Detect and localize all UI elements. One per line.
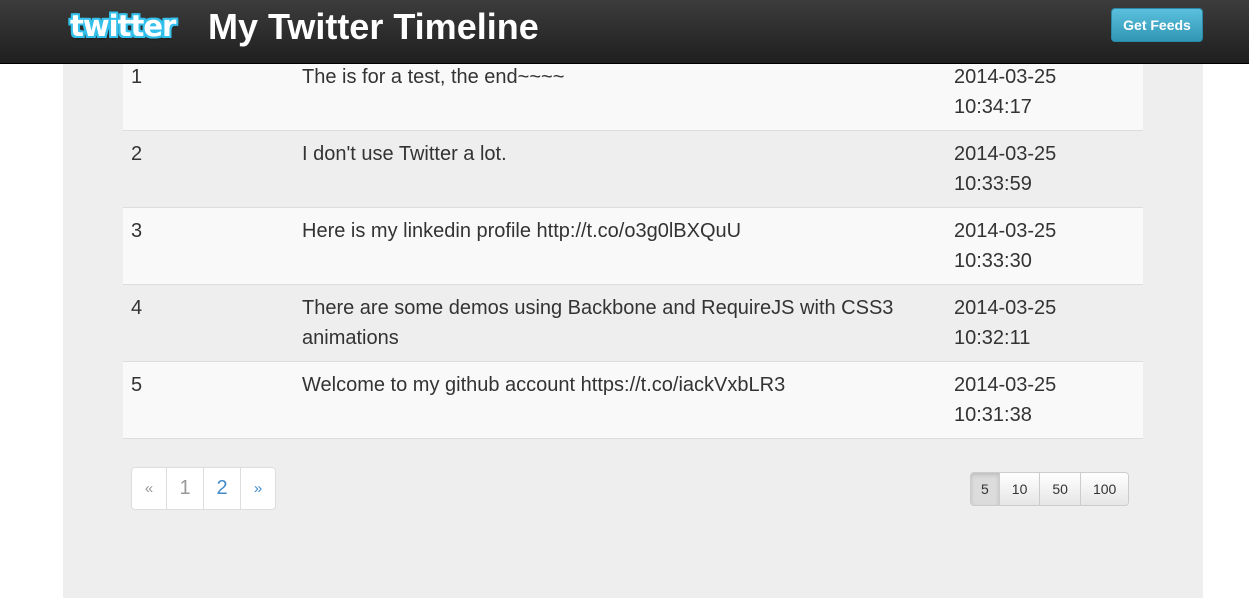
tweet-date: 2014-03-25: [954, 220, 1057, 242]
tweet-text: I don't use Twitter a lot.: [302, 143, 507, 165]
twitter-logo: twitter: [70, 9, 176, 43]
pagination-next-button[interactable]: »: [241, 468, 275, 509]
tweet-date: 2014-03-25: [954, 143, 1057, 165]
tweet-text: The is for a test, the end~~~~: [302, 66, 565, 88]
tweet-text: There are some demos using Backbone and …: [302, 297, 894, 349]
tweet-timestamp: 2014-03-25 10:34:17: [954, 62, 1134, 122]
tweet-number: 4: [131, 297, 143, 319]
page-size-selector: 5 10 50 100: [970, 472, 1130, 506]
tweet-timestamp: 2014-03-25 10:32:11: [954, 293, 1134, 353]
page-size-5-button[interactable]: 5: [971, 473, 1000, 505]
page-size-50-button[interactable]: 50: [1040, 473, 1081, 505]
tweet-number: 3: [131, 220, 143, 242]
page-title: My Twitter Timeline: [208, 6, 539, 47]
tweet-number: 1: [131, 66, 143, 88]
tweet-date: 2014-03-25: [954, 297, 1057, 319]
timeline-panel: 1 The is for a test, the end~~~~ 2014-03…: [63, 64, 1203, 598]
tweet-timestamp: 2014-03-25 10:31:38: [954, 370, 1134, 430]
pagination-page-1[interactable]: 1: [167, 468, 204, 509]
pagination-page-2[interactable]: 2: [204, 468, 241, 509]
page-size-100-button[interactable]: 100: [1080, 473, 1129, 505]
table-row: 3 Here is my linkedin profile http://t.c…: [123, 208, 1143, 285]
tweet-time: 10:32:11: [954, 327, 1031, 349]
table-row: 1 The is for a test, the end~~~~ 2014-03…: [123, 64, 1143, 131]
tweet-timestamp: 2014-03-25 10:33:59: [954, 139, 1134, 199]
tweet-text: Here is my linkedin profile http://t.co/…: [302, 220, 742, 242]
navbar: twitter My Twitter Timeline Get Feeds: [0, 0, 1249, 64]
tweet-number: 2: [131, 143, 143, 165]
tweet-time: 10:31:38: [954, 404, 1032, 426]
table-row: 5 Welcome to my github account https://t…: [123, 362, 1143, 439]
tweet-time: 10:33:30: [954, 250, 1032, 272]
table-row: 4 There are some demos using Backbone an…: [123, 285, 1143, 362]
tweet-time: 10:33:59: [954, 173, 1032, 195]
tweet-text: Welcome to my github account https://t.c…: [302, 374, 786, 396]
tweet-number: 5: [131, 374, 143, 396]
tweet-date: 2014-03-25: [954, 66, 1057, 88]
pagination-prev-button[interactable]: «: [132, 468, 167, 509]
page-size-10-button[interactable]: 10: [999, 473, 1041, 505]
tweet-time: 10:34:17: [954, 96, 1032, 118]
tweet-date: 2014-03-25: [954, 374, 1057, 396]
table-row: 2 I don't use Twitter a lot. 2014-03-25 …: [123, 131, 1143, 208]
tweets-table: 1 The is for a test, the end~~~~ 2014-03…: [123, 64, 1143, 439]
get-feeds-button[interactable]: Get Feeds: [1111, 8, 1203, 42]
pagination: « 1 2 »: [131, 467, 276, 510]
tweet-timestamp: 2014-03-25 10:33:30: [954, 216, 1134, 276]
